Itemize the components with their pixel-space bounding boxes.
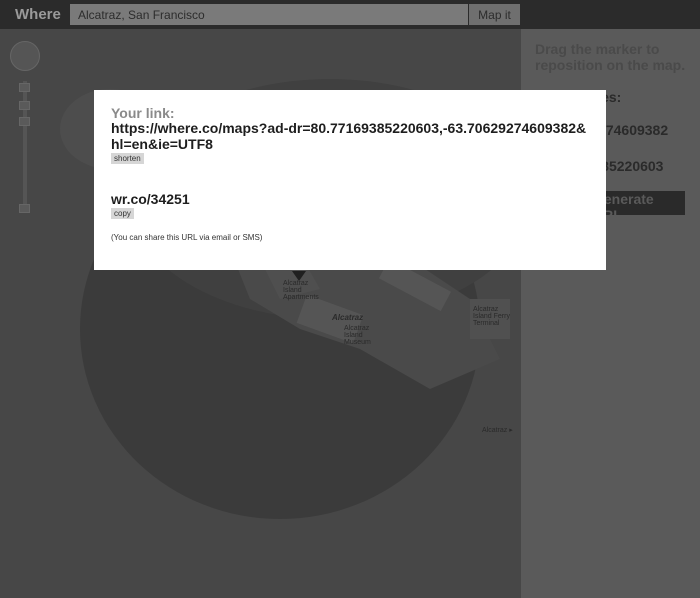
short-url-text[interactable]: wr.co/34251 bbox=[111, 191, 190, 207]
long-url-text[interactable]: https://where.co/maps?ad-dr=80.771693852… bbox=[111, 120, 591, 152]
map-label-edge: Alcatraz ▸ bbox=[482, 427, 513, 434]
zoom-out-icon[interactable] bbox=[19, 204, 30, 213]
shorten-button[interactable]: shorten bbox=[111, 153, 144, 164]
map-it-button[interactable]: Map it bbox=[469, 4, 520, 25]
top-bar: Where Map it bbox=[0, 0, 700, 29]
modal-heading: Your link: bbox=[111, 105, 175, 121]
map-label-building: Alcatraz Island Museum bbox=[344, 325, 371, 346]
share-note-text: (You can share this URL via email or SMS… bbox=[111, 233, 263, 242]
navigation-control-icon[interactable] bbox=[10, 41, 40, 71]
map-label-apartments: Alcatraz Island Apartments bbox=[283, 280, 319, 301]
instructions-text: Drag the marker to reposition on the map… bbox=[535, 41, 686, 73]
zoom-handle-icon[interactable] bbox=[19, 101, 30, 110]
map-label-ferry: Alcatraz Island Ferry Terminal bbox=[473, 306, 510, 327]
brand-logo[interactable]: Where bbox=[15, 6, 61, 23]
link-modal: Your link: https://where.co/maps?ad-dr=8… bbox=[94, 90, 606, 270]
location-search-input[interactable] bbox=[70, 4, 468, 25]
map-label-island: Alcatraz bbox=[332, 313, 364, 322]
zoom-step-icon[interactable] bbox=[19, 117, 30, 126]
copy-button[interactable]: copy bbox=[111, 208, 134, 219]
zoom-in-icon[interactable] bbox=[19, 83, 30, 92]
